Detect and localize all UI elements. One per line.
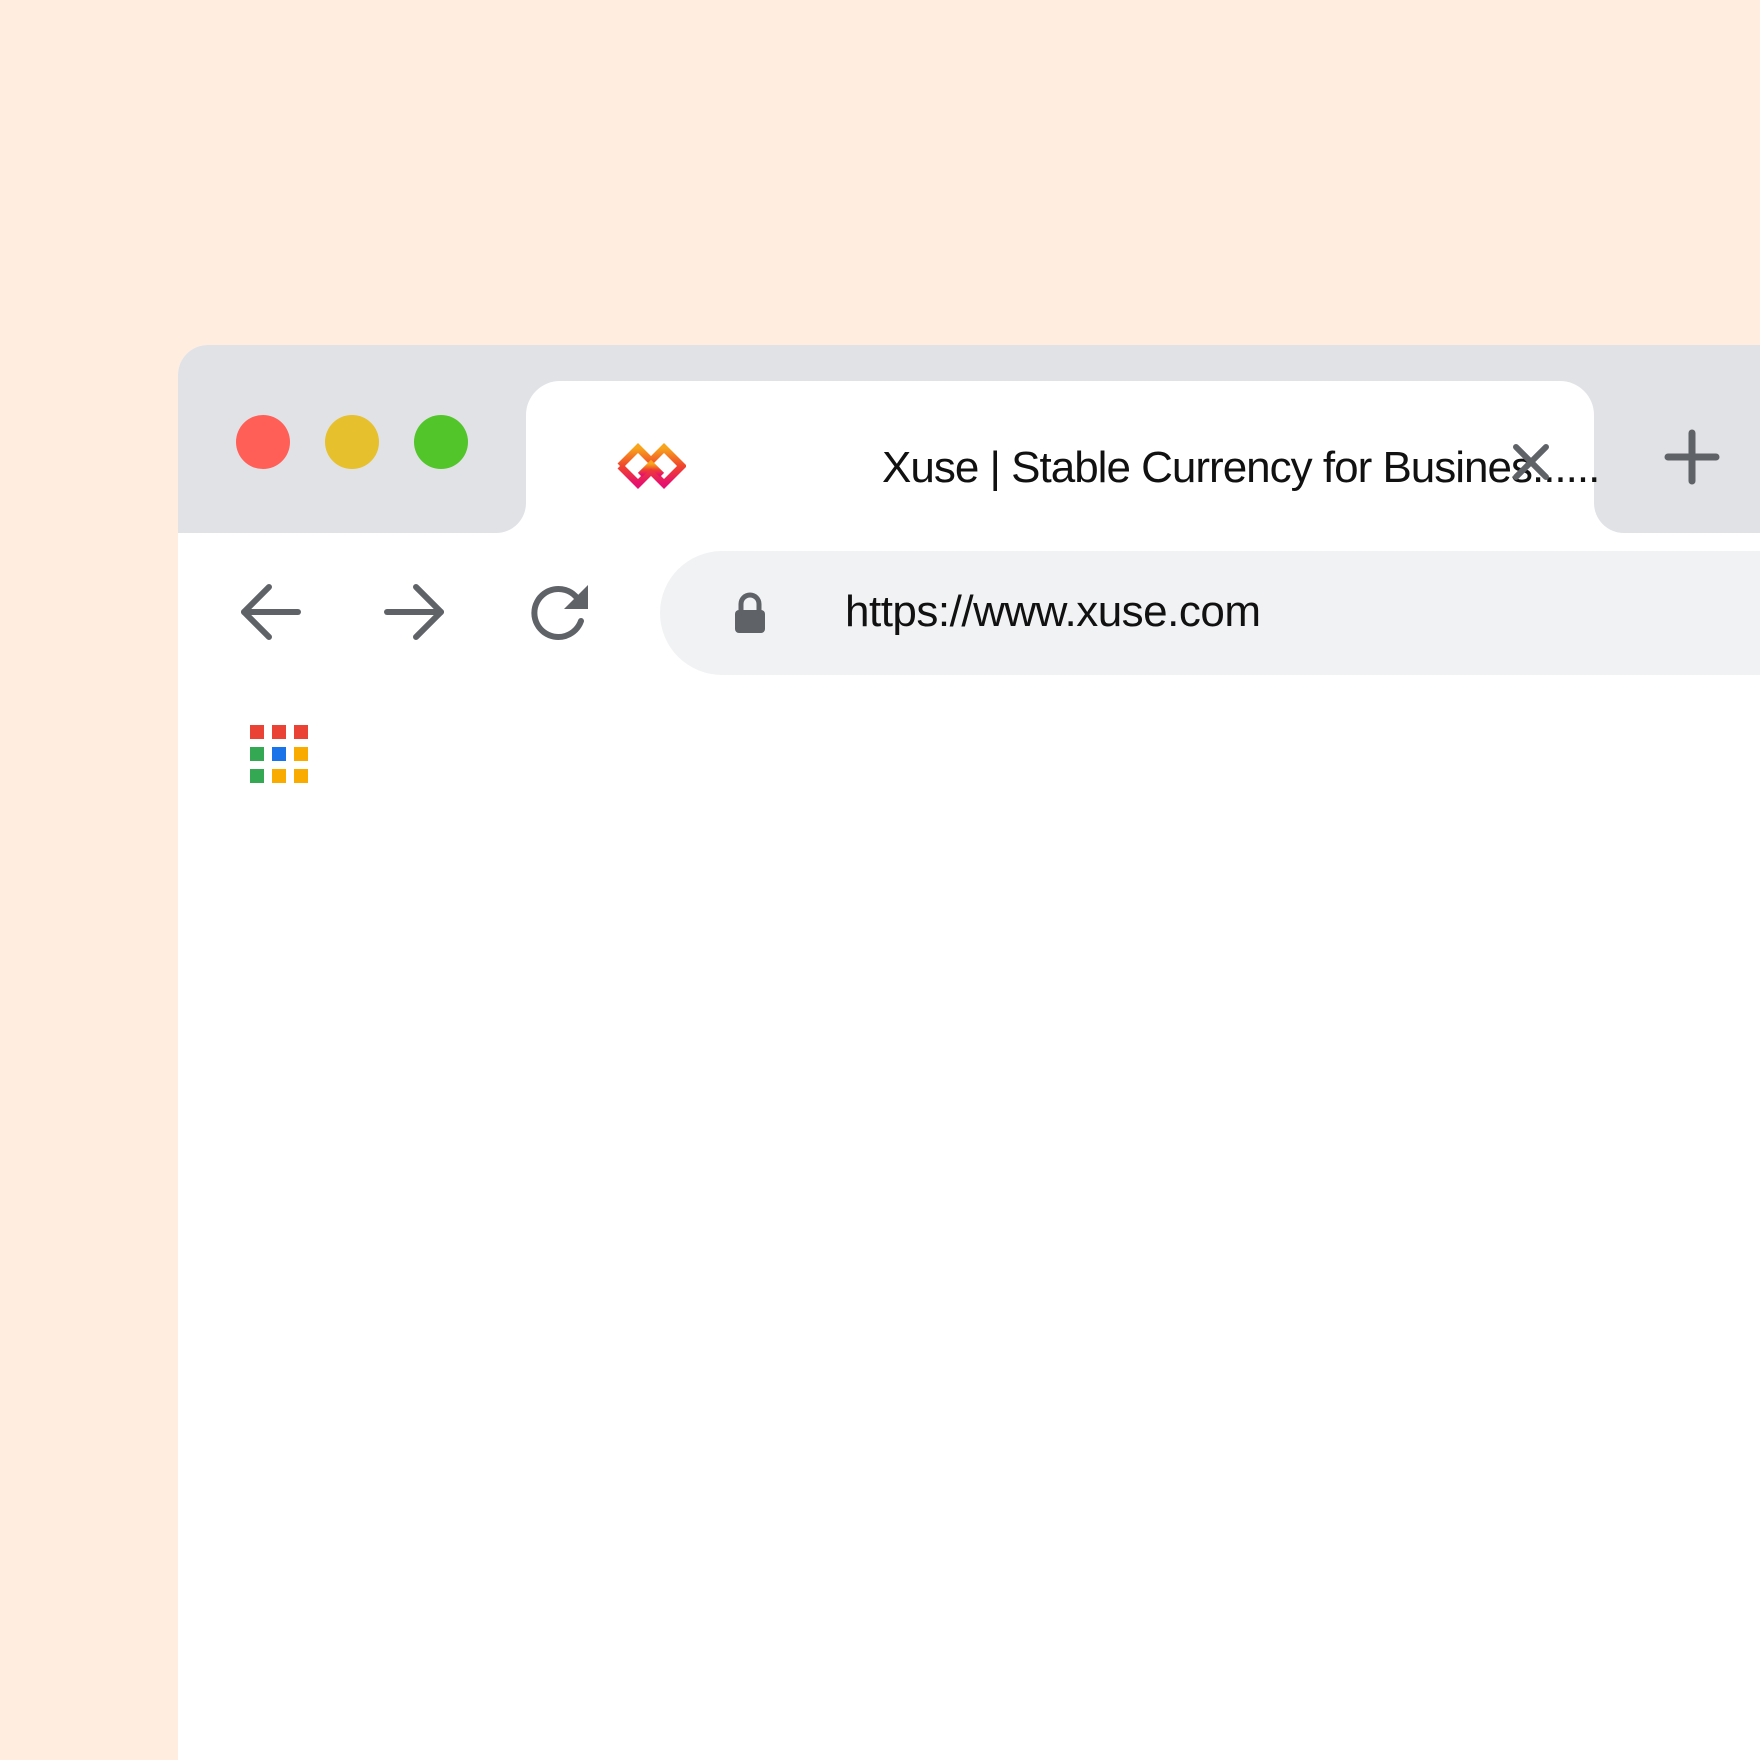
lock-icon bbox=[735, 592, 765, 633]
tab-strip: Xuse | Stable Currency for Busines...... bbox=[178, 345, 1760, 541]
page-content bbox=[178, 815, 1760, 1760]
arrow-left-icon[interactable] bbox=[236, 577, 306, 647]
tab-title: Xuse | Stable Currency for Busines...... bbox=[882, 443, 1600, 492]
arrow-right-icon[interactable] bbox=[379, 577, 449, 647]
window-close-button[interactable] bbox=[236, 415, 290, 469]
url-text[interactable]: https://www.xuse.com bbox=[845, 585, 1261, 639]
browser-window: Xuse | Stable Currency for Busines......… bbox=[178, 345, 1760, 1760]
active-tab[interactable]: Xuse | Stable Currency for Busines...... bbox=[526, 381, 1600, 541]
xuse-logo-icon bbox=[617, 443, 686, 489]
close-icon[interactable] bbox=[1506, 437, 1556, 487]
window-minimize-button[interactable] bbox=[325, 415, 379, 469]
reload-icon[interactable] bbox=[526, 577, 596, 647]
apps-grid-icon[interactable] bbox=[248, 723, 310, 785]
plus-icon[interactable] bbox=[1662, 427, 1722, 487]
address-bar[interactable]: https://www.xuse.com bbox=[660, 551, 1760, 675]
window-maximize-button[interactable] bbox=[414, 415, 468, 469]
